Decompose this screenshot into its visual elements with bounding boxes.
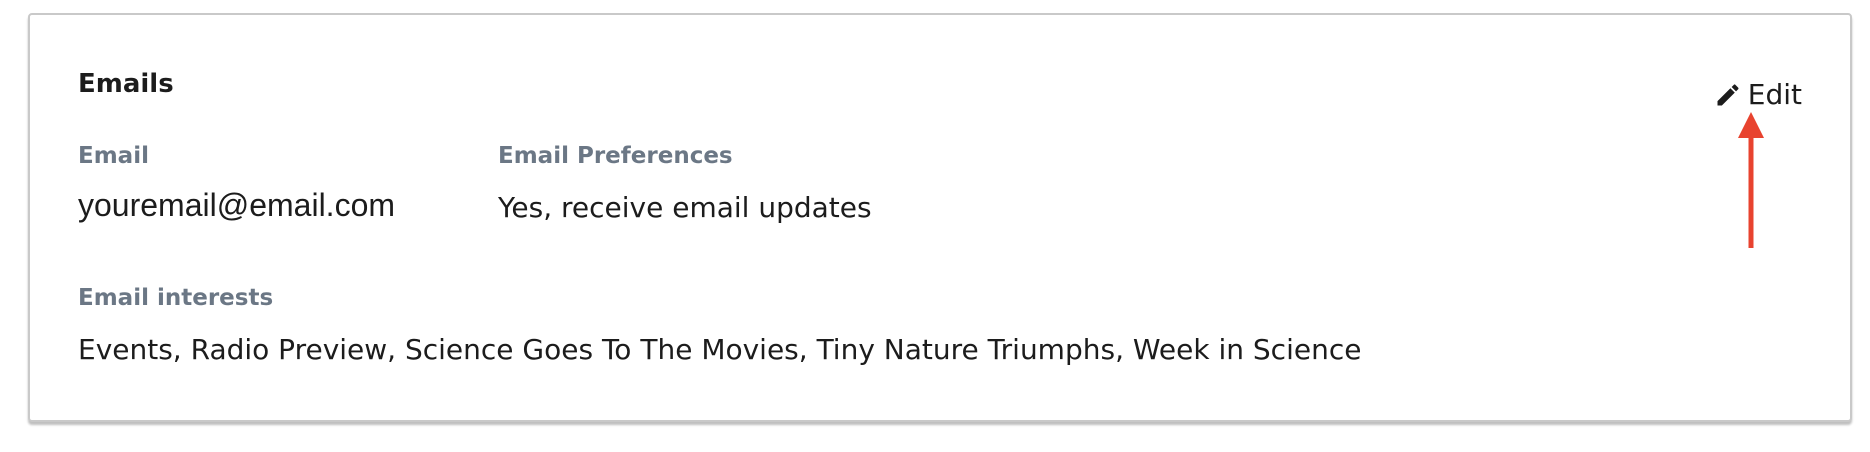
email-preferences-value: Yes, receive email updates	[498, 191, 872, 224]
email-preferences-label: Email Preferences	[498, 143, 733, 169]
edit-button[interactable]: Edit	[1714, 78, 1802, 111]
email-interests-label: Email interests	[78, 285, 274, 311]
arrow-up-icon	[1736, 112, 1766, 254]
email-label: Email	[78, 143, 149, 169]
email-value: youremail@email.com	[78, 187, 396, 223]
email-interests-value: Events, Radio Preview, Science Goes To T…	[78, 333, 1362, 366]
edit-label: Edit	[1747, 78, 1802, 111]
emails-card: Emails Edit Email youremail@email.com Em…	[28, 13, 1852, 422]
section-title: Emails	[78, 69, 174, 99]
pencil-icon	[1714, 81, 1742, 109]
